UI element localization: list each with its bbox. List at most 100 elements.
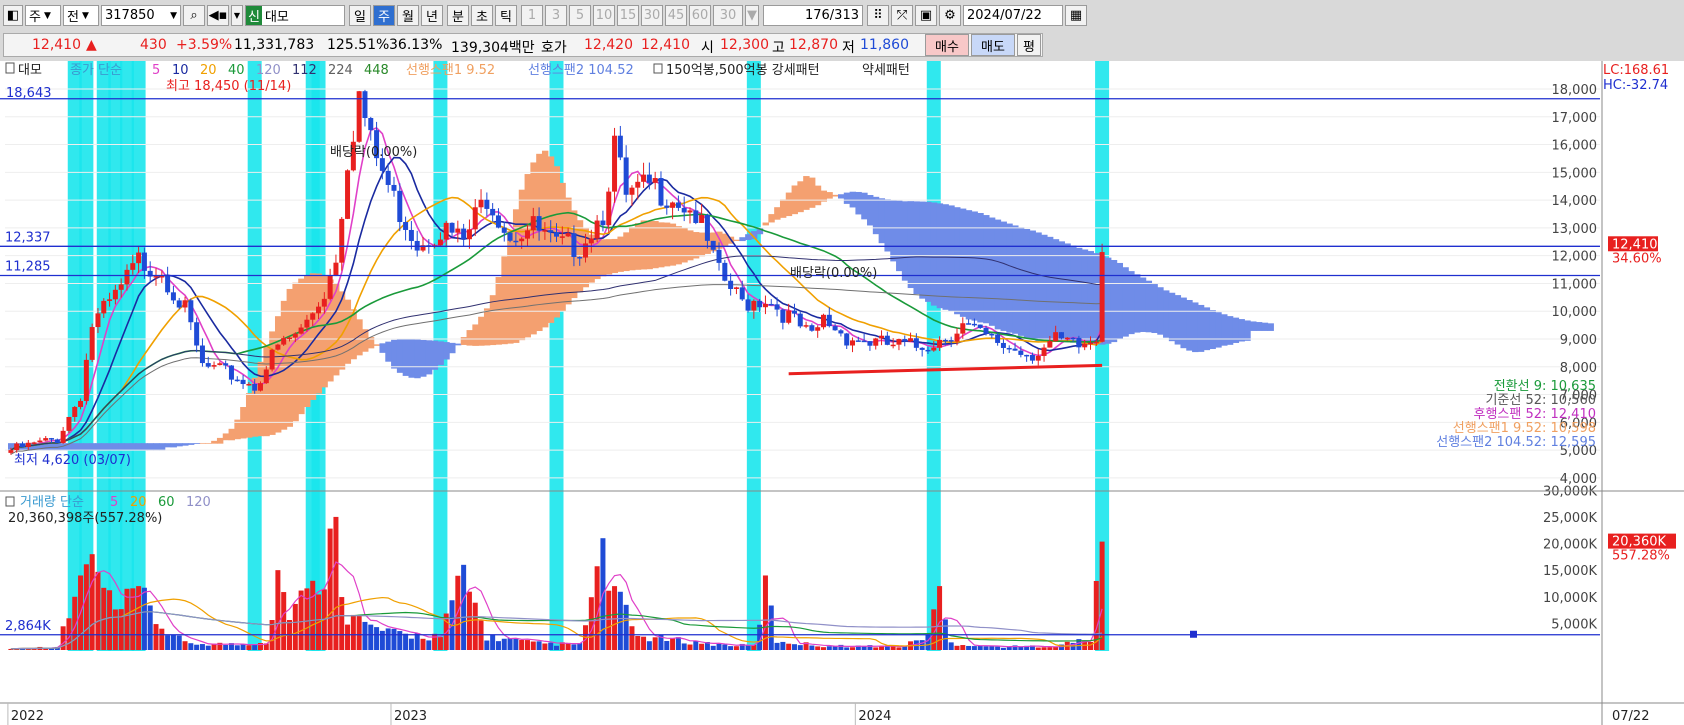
cloud-segment (106, 443, 114, 451)
candle-body (577, 256, 583, 259)
buy-button[interactable]: 매수 (925, 34, 969, 56)
date-field[interactable]: 2024/07/22 (963, 5, 1063, 26)
volume-bar (1087, 641, 1093, 650)
period-tab[interactable]: 년 (421, 5, 443, 26)
cloud-segment (832, 194, 839, 197)
minute-select[interactable]: 30 (713, 5, 743, 26)
cloud-segment (925, 201, 932, 302)
cloud-segment (1075, 247, 1083, 345)
volume-bar (635, 636, 641, 650)
candle-body (652, 178, 658, 183)
volume-bar (530, 641, 536, 650)
grid-icon[interactable]: ⠿ (867, 5, 889, 26)
minute-tab[interactable]: 60 (689, 5, 711, 26)
candle-body (211, 365, 217, 367)
cloud-segment (216, 437, 224, 444)
sell-button[interactable]: 매도 (971, 34, 1015, 56)
total-value: /313 (829, 8, 859, 23)
calendar-icon[interactable]: ▦ (1065, 5, 1087, 26)
panel-icon[interactable]: ◧ (3, 5, 23, 26)
candle-body (583, 243, 589, 258)
candle-body (112, 289, 118, 300)
sound-icon[interactable]: ◀▪ (207, 5, 229, 26)
candle-body (1099, 252, 1105, 342)
market-select[interactable]: 주 ▼ (25, 5, 61, 26)
cloud-segment (402, 338, 410, 376)
candle-body (960, 323, 966, 334)
candle-body (101, 300, 107, 314)
candle-body (641, 174, 647, 182)
cloud-segment (849, 191, 857, 208)
legend-ma: 20 (200, 63, 217, 78)
vol-tick-label: 25,000K (1543, 511, 1597, 526)
candle-body (130, 263, 136, 270)
intraday-tab[interactable]: 분 (447, 5, 469, 26)
scope-select[interactable]: 전 ▼ (63, 5, 99, 26)
save-icon[interactable]: ▣ (915, 5, 937, 26)
candle-body (733, 287, 739, 289)
volume-bar (687, 644, 693, 650)
volume-bar (571, 644, 577, 650)
count-field[interactable]: 176/313 (763, 5, 863, 26)
eval-button[interactable]: 평 (1017, 34, 1041, 56)
highlight-column (746, 61, 761, 651)
cloud-segment (808, 177, 816, 208)
search-icon[interactable]: ⌕ (183, 5, 205, 26)
cloud-segment (1128, 271, 1135, 335)
intraday-tab[interactable]: 틱 (495, 5, 517, 26)
period-tab[interactable]: 주 (373, 5, 395, 26)
cloud-segment (420, 339, 427, 377)
code-input[interactable]: 317850 ▼ (101, 5, 181, 26)
cloud-segment (1139, 277, 1147, 332)
candle-body (199, 345, 205, 364)
chevron-down-icon[interactable]: ▼ (745, 5, 759, 26)
vol-tick-label: 30,000K (1543, 484, 1597, 499)
volume-bar (461, 564, 467, 650)
cloud-segment (1081, 249, 1089, 346)
candle-body (1024, 354, 1030, 357)
volume-bar (490, 634, 496, 650)
cloud-segment (147, 443, 154, 451)
period-tab[interactable]: 월 (397, 5, 419, 26)
cloud-segment (449, 342, 456, 354)
intraday-tab[interactable]: 초 (471, 5, 493, 26)
candle-body (25, 442, 31, 448)
cloud-segment (1174, 295, 1182, 345)
candle-body (942, 339, 948, 342)
cloud-segment (600, 239, 607, 277)
candle-body (699, 214, 705, 223)
cloud-segment (135, 443, 143, 451)
minute-tab[interactable]: 1 (521, 5, 543, 26)
horizontal-line-label: 11,285 (5, 260, 51, 275)
stock-chart[interactable]: 12,337 11,285 2,864K 18,000 17,000 16,000 15,… (0, 61, 1684, 725)
gear-icon[interactable]: ⚙ (939, 5, 961, 26)
legend-box (5, 496, 15, 507)
cloud-segment (698, 232, 706, 257)
volume-bar (89, 554, 95, 650)
cloud-segment (164, 443, 172, 448)
candle-body (838, 330, 844, 334)
minute-tab[interactable]: 3 (545, 5, 567, 26)
cloud-segment (228, 428, 235, 441)
chevron-down-icon[interactable]: ▼ (231, 5, 243, 26)
hc-value: HC:-32.74 (1603, 78, 1668, 93)
cloud-segment (408, 339, 415, 378)
minute-tab[interactable]: 15 (617, 5, 639, 26)
minute-tab[interactable]: 10 (593, 5, 615, 26)
candle-body (159, 276, 165, 278)
legend-span2: 선행스팬2 104.52 (528, 62, 634, 78)
cloud-segment (977, 212, 984, 323)
stock-name-field[interactable]: 신 대모 (245, 5, 345, 26)
cloud-segment (814, 185, 822, 206)
legend-ma: 10 (172, 63, 189, 78)
candle-body (223, 363, 229, 366)
y-tick-label: 11,000 (1552, 277, 1598, 292)
minute-tab[interactable]: 5 (569, 5, 591, 26)
link-icon[interactable]: ⤱ (891, 5, 913, 26)
volume-bar (298, 590, 304, 650)
minute-tab[interactable]: 45 (665, 5, 687, 26)
period-tab[interactable]: 일 (349, 5, 371, 26)
minute-tab[interactable]: 30 (641, 5, 663, 26)
volume-bar (356, 615, 362, 650)
volume-bar (165, 635, 171, 650)
